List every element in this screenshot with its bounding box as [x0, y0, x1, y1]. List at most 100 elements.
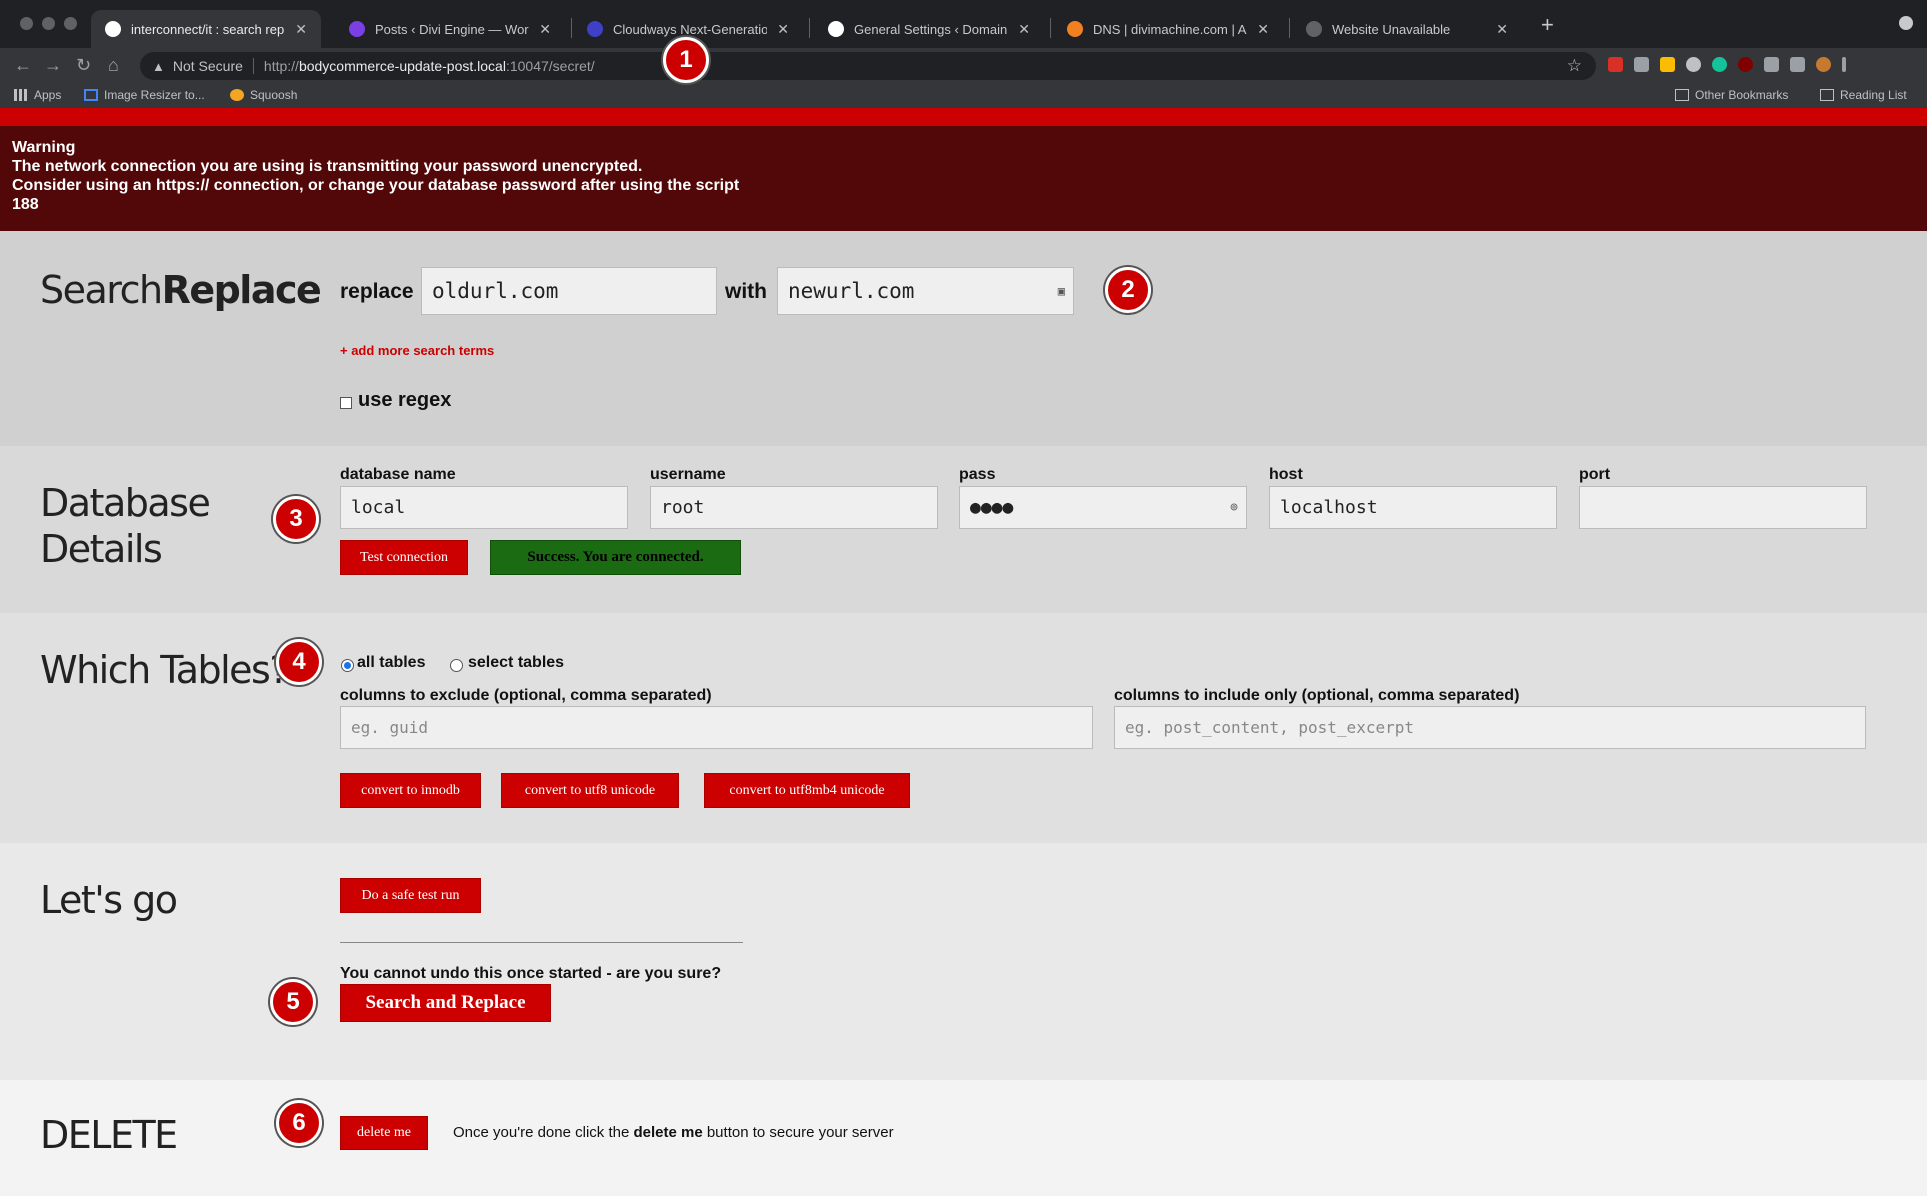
home-icon[interactable]: ⌂ — [108, 55, 119, 76]
tab-search-icon[interactable] — [1899, 16, 1913, 30]
maximize-window-button[interactable] — [64, 17, 77, 30]
kebab-menu-icon[interactable] — [1842, 57, 1846, 72]
close-window-button[interactable] — [20, 17, 33, 30]
db-field-input[interactable] — [1579, 486, 1867, 529]
close-tab-icon[interactable]: ✕ — [777, 21, 789, 38]
close-tab-icon[interactable]: ✕ — [1496, 21, 1508, 38]
step-badge-4: 4 — [276, 639, 322, 685]
apps-grid-icon — [14, 89, 28, 101]
db-field-value: localhost — [1280, 497, 1378, 518]
close-tab-icon[interactable]: ✕ — [539, 21, 551, 38]
search-term-input[interactable]: oldurl.com — [421, 267, 717, 315]
warning-line: The network connection you are using is … — [12, 158, 643, 175]
test-connection-button[interactable]: Test connection — [340, 540, 468, 575]
bookmarks-bar: Apps Image Resizer to... Squoosh Other B… — [0, 84, 1927, 108]
extension-icon[interactable] — [1660, 57, 1675, 72]
db-field-input[interactable]: ●●●● ⊚ — [959, 486, 1247, 529]
minimize-window-button[interactable] — [42, 17, 55, 30]
bookmark-apps[interactable]: Apps — [14, 88, 61, 102]
db-field-label: username — [650, 466, 726, 483]
database-section: Database Details database name local userna… — [0, 446, 1927, 613]
bookmark-image-resizer[interactable]: Image Resizer to... — [84, 88, 205, 102]
grammarly-icon[interactable] — [1712, 57, 1727, 72]
reload-icon[interactable]: ↻ — [76, 55, 91, 76]
reading-list-icon — [1820, 89, 1834, 101]
db-field-label: pass — [959, 466, 996, 483]
include-columns-input[interactable]: eg. post_content, post_excerpt — [1114, 706, 1866, 749]
logo-light: Search — [40, 268, 163, 312]
bookmark-other[interactable]: Other Bookmarks — [1675, 88, 1788, 102]
db-field-label: database name — [340, 466, 456, 483]
close-tab-icon[interactable]: ✕ — [1257, 21, 1269, 38]
all-tables-label: all tables — [357, 654, 426, 671]
tab[interactable]: Posts ‹ Divi Engine — WordPre ✕ — [335, 10, 565, 48]
delete-section: DELETE delete me Once you're done click … — [0, 1080, 1927, 1196]
tab[interactable]: Website Unavailable ✕ — [1292, 10, 1522, 48]
connection-status-badge: Success. You are connected. — [490, 540, 741, 575]
replace-term-input[interactable]: newurl.com ▣ — [777, 267, 1074, 315]
camera-extension-icon[interactable] — [1686, 57, 1701, 72]
new-tab-button[interactable]: + — [1541, 12, 1554, 38]
regex-label: use regex — [358, 389, 452, 411]
cloudways-icon — [587, 21, 603, 37]
step-badge-5: 5 — [270, 979, 316, 1025]
password-manager-icon[interactable]: ▣ — [1058, 284, 1065, 298]
bookmark-star-icon[interactable]: ☆ — [1567, 56, 1582, 76]
dry-run-button[interactable]: Do a safe test run — [340, 878, 481, 913]
tab[interactable]: interconnect/it : search replace ✕ — [91, 10, 321, 48]
all-tables-radio[interactable] — [341, 659, 354, 672]
bookmark-squoosh[interactable]: Squoosh — [230, 88, 297, 102]
extension-icon[interactable] — [1634, 57, 1649, 72]
exclude-columns-input[interactable]: eg. guid — [340, 706, 1093, 749]
select-tables-radio[interactable] — [450, 659, 463, 672]
convert-utf8-button[interactable]: convert to utf8 unicode — [501, 773, 679, 808]
tab-separator — [809, 18, 810, 38]
db-field-input[interactable]: local — [340, 486, 628, 529]
close-tab-icon[interactable]: ✕ — [1018, 21, 1030, 38]
reading-list-button[interactable]: Reading List — [1820, 88, 1907, 102]
warning-triangle-icon[interactable]: ▲ — [152, 59, 165, 74]
reading-list-label: Reading List — [1840, 88, 1907, 102]
db-field-input[interactable]: localhost — [1269, 486, 1557, 529]
wordpress-icon — [828, 21, 844, 37]
back-arrow-icon[interactable]: ← — [14, 55, 32, 76]
url-scheme: http:// — [263, 58, 299, 74]
step-badge-2: 2 — [1105, 267, 1151, 313]
wordpress-icon — [105, 21, 121, 37]
url-path: :10047/secret/ — [505, 58, 595, 74]
puzzle-extensions-icon[interactable] — [1764, 57, 1779, 72]
include-columns-label: columns to include only (optional, comma… — [1114, 687, 1520, 704]
warning-banner: Warning The network connection you are u… — [0, 126, 1927, 231]
delete-instructions: Once you're done click the delete me but… — [453, 1124, 894, 1141]
convert-utf8mb4-button[interactable]: convert to utf8mb4 unicode — [704, 773, 910, 808]
tab-separator — [571, 18, 572, 38]
forward-arrow-icon[interactable]: → — [44, 55, 62, 76]
tab[interactable]: General Settings ‹ Domain Nar ✕ — [814, 10, 1044, 48]
extension-badge-icon[interactable] — [1608, 57, 1623, 72]
password-key-icon[interactable]: ⊚ — [1230, 500, 1238, 515]
add-more-terms-link[interactable]: + add more search terms — [340, 343, 494, 358]
delete-text-bold: delete me — [633, 1124, 703, 1141]
delete-title: DELETE — [40, 1113, 178, 1157]
tab-title: DNS | divimachine.com | Acco — [1093, 21, 1247, 37]
regex-checkbox[interactable] — [340, 397, 352, 409]
db-field-input[interactable]: root — [650, 486, 938, 529]
window-controls — [20, 17, 77, 30]
search-replace-button[interactable]: Search and Replace — [340, 984, 551, 1022]
ublock-icon[interactable] — [1738, 57, 1753, 72]
tab-separator — [1289, 18, 1290, 38]
app-logo: SearchReplace — [40, 267, 322, 313]
delete-me-button[interactable]: delete me — [340, 1116, 428, 1150]
tab[interactable]: DNS | divimachine.com | Acco ✕ — [1053, 10, 1283, 48]
reading-list-icon[interactable] — [1790, 57, 1805, 72]
convert-innodb-button[interactable]: convert to innodb — [340, 773, 481, 808]
replace-value: newurl.com — [788, 279, 915, 303]
address-bar[interactable]: ▲ Not Secure http://bodycommerce-update-… — [140, 52, 1596, 80]
profile-avatar[interactable] — [1816, 57, 1831, 72]
run-title: Let's go — [40, 878, 178, 922]
close-tab-icon[interactable]: ✕ — [295, 21, 307, 38]
tab-title: Cloudways Next-Generation Cl — [613, 21, 768, 37]
delete-text: button to secure your server — [702, 1124, 894, 1141]
search-replace-section: SearchReplace replace oldurl.com with ne… — [0, 231, 1927, 446]
security-label[interactable]: Not Secure — [173, 58, 243, 74]
